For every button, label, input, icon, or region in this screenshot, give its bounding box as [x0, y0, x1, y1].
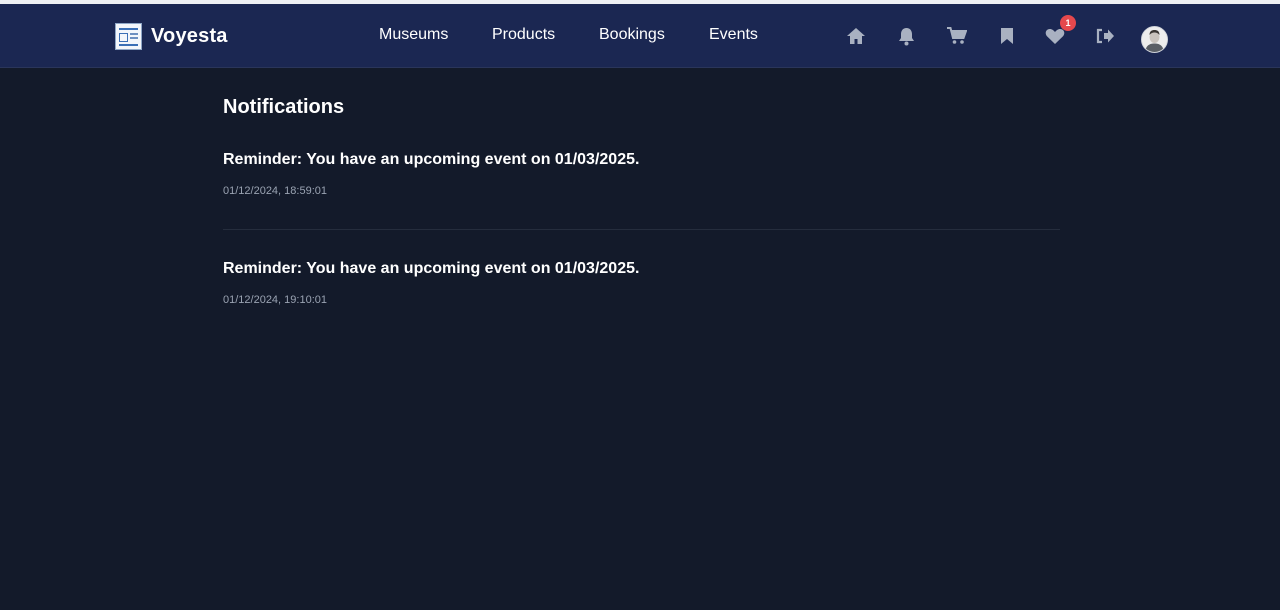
cart-icon[interactable] — [946, 25, 968, 47]
wishlist-count-badge: 1 — [1060, 15, 1076, 31]
nav-link-bookings[interactable]: Bookings — [599, 26, 665, 44]
notification-timestamp: 01/12/2024, 19:10:01 — [223, 294, 327, 306]
bell-icon[interactable] — [895, 25, 917, 47]
notification-message: Reminder: You have an upcoming event on … — [223, 260, 640, 277]
nav-link-products[interactable]: Products — [492, 26, 555, 44]
page-title: Notifications — [223, 96, 345, 118]
main-navigation: Museums Products Bookings Events — [0, 4, 1280, 67]
notification-message: Reminder: You have an upcoming event on … — [223, 151, 640, 168]
user-avatar[interactable] — [1141, 26, 1168, 53]
top-navbar: Voyesta Museums Products Bookings Events… — [0, 4, 1280, 68]
nav-link-museums[interactable]: Museums — [379, 26, 448, 44]
logout-icon[interactable] — [1094, 25, 1116, 47]
notification-divider — [223, 229, 1060, 230]
notification-timestamp: 01/12/2024, 18:59:01 — [223, 185, 327, 197]
bookmark-icon[interactable] — [996, 25, 1018, 47]
nav-link-events[interactable]: Events — [709, 26, 758, 44]
home-icon[interactable] — [845, 25, 867, 47]
